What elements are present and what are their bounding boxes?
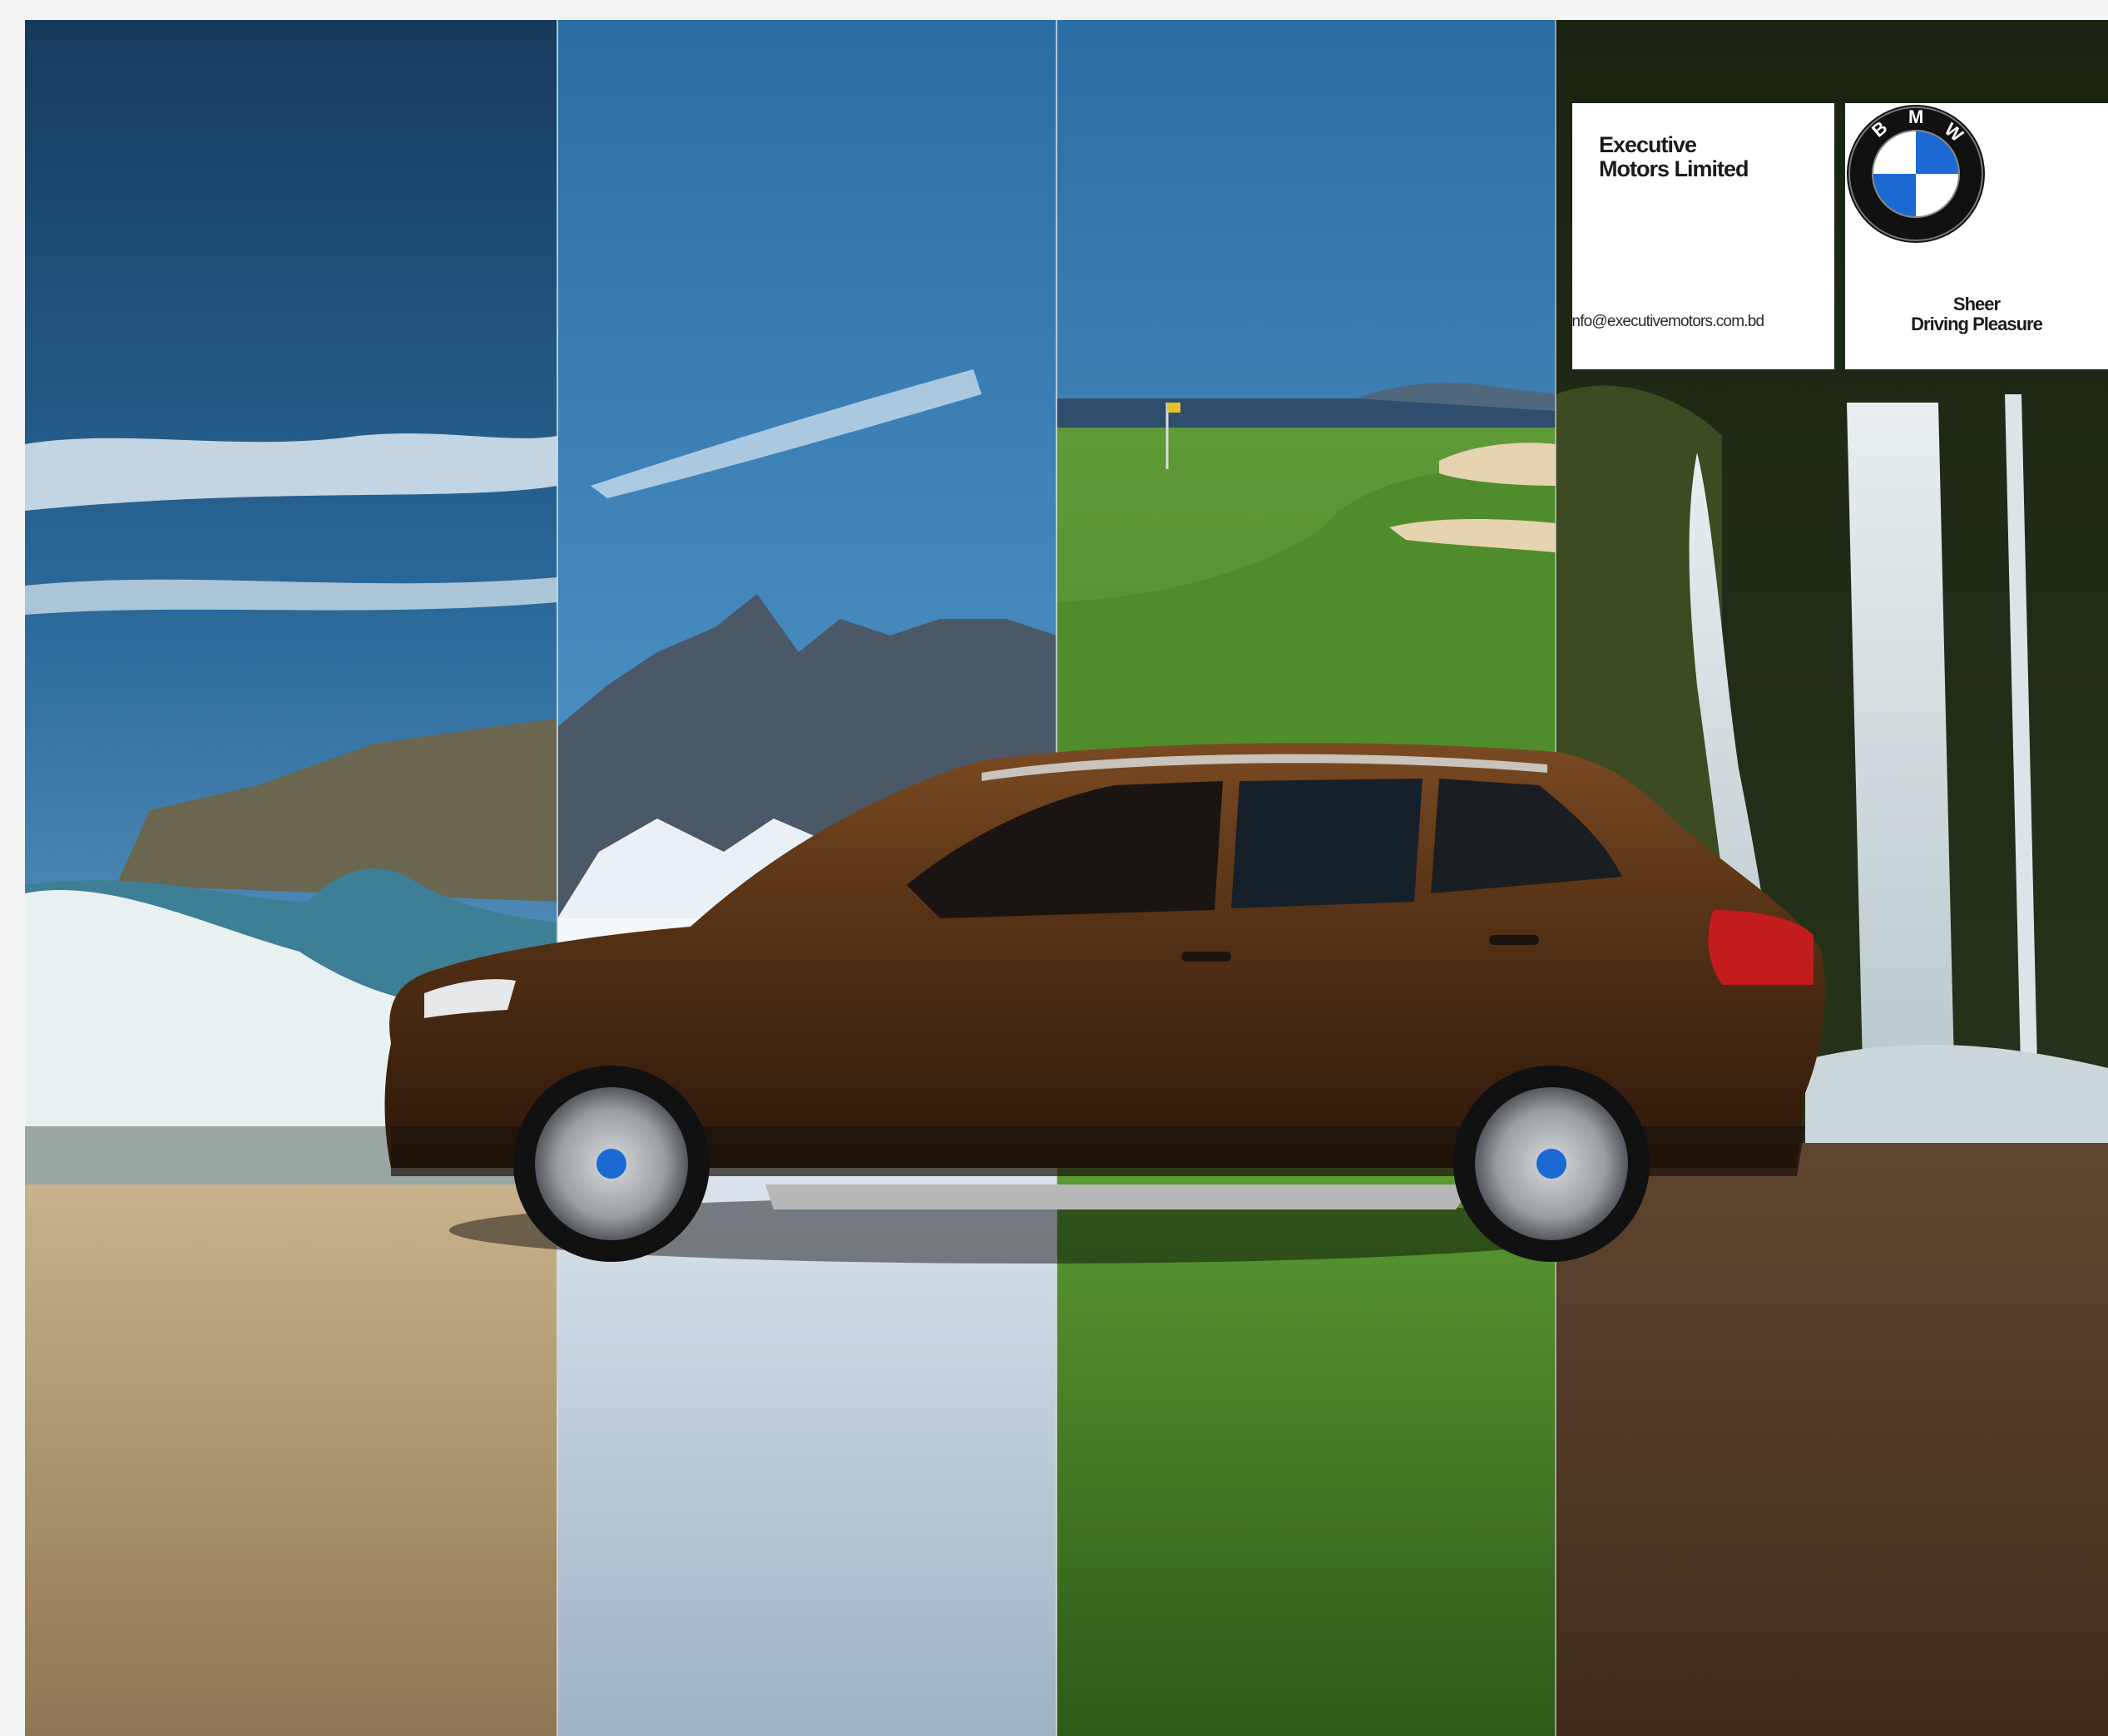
email-link[interactable]: info@executivemotors.com.bd	[1569, 313, 1831, 331]
tagline-line2: Driving Pleasure	[1911, 314, 2043, 334]
tagline-line1: Sheer	[1952, 294, 2001, 314]
bmw-logo-icon: B M W	[1847, 105, 1985, 243]
brand-card: B M W Sheer Driving Pleasure	[1845, 103, 2108, 369]
advertisement-poster: Executive Motors Limited info@executivem…	[25, 20, 2108, 1736]
logo-letter-m: M	[1908, 106, 1923, 127]
beach-scene	[25, 20, 557, 1736]
company-name: Executive Motors Limited	[1599, 133, 1749, 181]
tagline: Sheer Driving Pleasure	[1845, 294, 2108, 334]
company-name-line2: Motors Limited	[1599, 156, 1749, 181]
company-name-line1: Executive	[1599, 132, 1697, 157]
dealer-info-card: Executive Motors Limited info@executivem…	[1569, 103, 1834, 369]
page-background: Executive Motors Limited info@executivem…	[0, 0, 2108, 1736]
